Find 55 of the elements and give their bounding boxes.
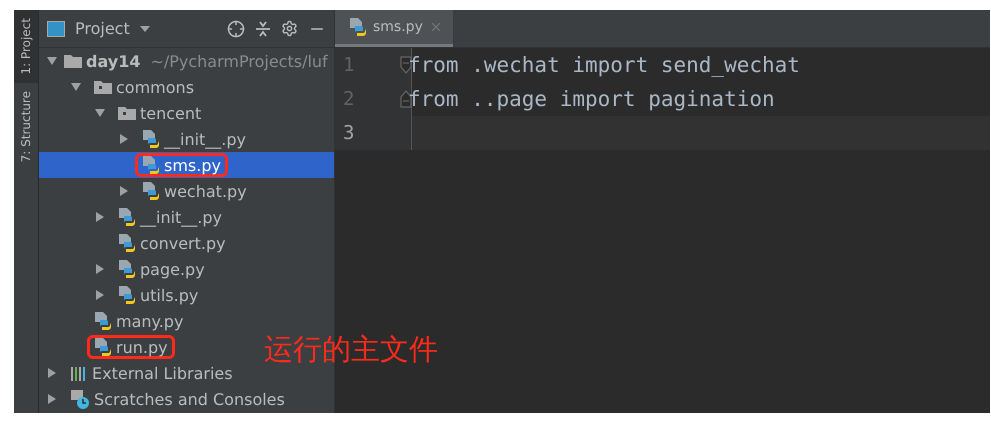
tree-arrow-icon[interactable]: [71, 82, 81, 92]
python-file-icon: [94, 311, 112, 331]
tree-item-label[interactable]: utils.py: [140, 286, 198, 304]
collapse-all-icon[interactable]: [255, 20, 271, 38]
tree-arrow-icon[interactable]: [119, 134, 129, 144]
tab-label[interactable]: sms.py: [373, 19, 423, 35]
annotation-text: 运行的主文件: [264, 331, 438, 368]
window-icon: [47, 20, 65, 36]
tree-item-label[interactable]: run.py: [116, 338, 168, 356]
tree-item-label[interactable]: sms.py: [164, 156, 221, 174]
python-file-icon: [349, 17, 367, 37]
locate-icon[interactable]: [227, 20, 245, 38]
python-file-icon: [118, 207, 136, 227]
tree-item-label[interactable]: External Libraries: [92, 364, 233, 382]
python-file-icon: [94, 337, 112, 357]
tree-item-label[interactable]: convert.py: [140, 234, 226, 252]
tree-item-label[interactable]: day14: [86, 52, 140, 70]
line-number: 3: [342, 122, 356, 144]
tree-item-label[interactable]: commons: [116, 78, 194, 96]
folder-icon: [64, 54, 82, 68]
tree-item-label[interactable]: Scratches and Consoles: [94, 390, 285, 408]
tree-arrow-icon[interactable]: [119, 186, 129, 196]
python-file-icon: [118, 233, 136, 253]
tool-window-tab[interactable]: 7: Structure: [14, 82, 38, 170]
python-file-icon: [118, 285, 136, 305]
python-file-icon: [142, 155, 160, 175]
editor-tab[interactable]: sms.py: [335, 10, 453, 47]
python-file-icon: [118, 259, 136, 279]
package-folder-icon: [118, 106, 136, 120]
python-file-icon: [142, 181, 160, 201]
tool-window-tab[interactable]: 1: Project: [14, 10, 38, 83]
project-path: ~/PycharmProjects/luf: [150, 52, 328, 70]
libraries-icon: [70, 365, 88, 381]
tree-arrow-icon[interactable]: [95, 212, 105, 222]
tree-item-label[interactable]: __init__.py: [164, 130, 246, 148]
tree-item-label[interactable]: page.py: [140, 260, 205, 278]
tree-item-label[interactable]: wechat.py: [164, 182, 247, 200]
dropdown-icon[interactable]: [140, 26, 150, 32]
tree-arrow-icon[interactable]: [47, 394, 57, 404]
panel-title[interactable]: Project: [75, 19, 130, 38]
selected-tree-row[interactable]: sms.py: [39, 152, 334, 178]
code-line: from ..page import pagination: [407, 87, 775, 111]
python-file-icon: [142, 129, 160, 149]
code-line: from .wechat import send_wechat: [407, 53, 800, 77]
tree-item-label[interactable]: many.py: [116, 312, 184, 330]
tree-item-label[interactable]: tencent: [140, 104, 202, 122]
tree-arrow-icon[interactable]: [47, 368, 57, 378]
tree-arrow-icon[interactable]: [95, 108, 105, 118]
tree-arrow-icon[interactable]: [95, 290, 105, 300]
scratches-icon: [70, 389, 90, 409]
package-folder-icon: [94, 80, 112, 94]
tree-item-label[interactable]: __init__.py: [140, 208, 222, 226]
tree-arrow-icon[interactable]: [47, 56, 57, 66]
settings-icon[interactable]: [281, 20, 298, 37]
tree-arrow-icon[interactable]: [95, 264, 105, 274]
